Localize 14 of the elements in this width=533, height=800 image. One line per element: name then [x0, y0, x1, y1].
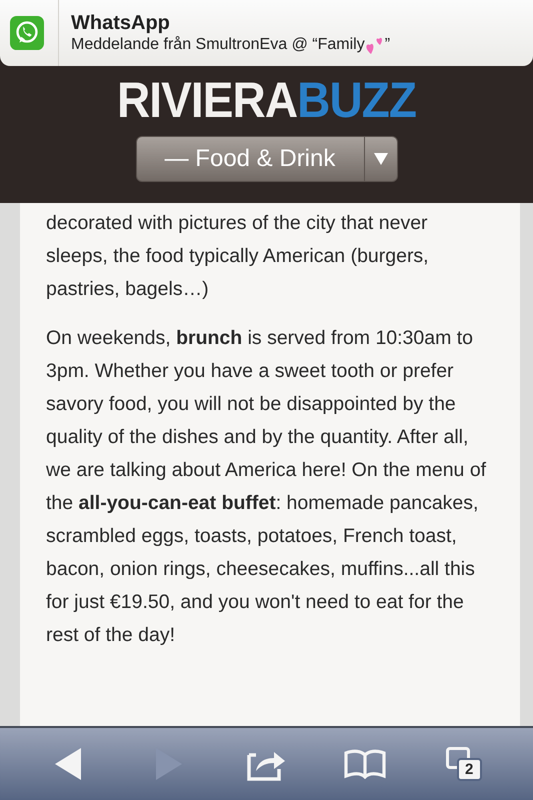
logo-accent-text[interactable]: BUZZ	[297, 72, 416, 128]
tabs-button[interactable]: 2	[446, 747, 482, 781]
book-icon[interactable]	[344, 749, 386, 779]
category-dropdown[interactable]: — Food & Drink	[136, 136, 398, 182]
caret-icon	[374, 153, 388, 165]
notification-message: Meddelande från SmultronEva @ “Family	[71, 36, 365, 54]
back-icon[interactable]	[55, 748, 84, 780]
notification-message-end: ”	[384, 36, 390, 54]
logo-text[interactable]: RIVIERA	[116, 72, 298, 128]
notification-title: WhatsApp	[71, 12, 171, 34]
chat-app-icon	[10, 16, 44, 50]
article-paragraph: decorated with pictures of the city that never sleeps, the food typically American (burgers, pastries, bagels…)	[46, 211, 430, 302]
article-paragraph: On weekends, brunch is served from 10:30am to 3pm. Whether you have a sweet tooth or prefer savory food, you will not be disappointed by the quality of the dishes and by the quantity. After all, we are talking about America here! On the menu of the all-you-can-eat buffet: homemade pancakes, scrambled eggs, toasts, potatoes, French toast, bacon, onion rings, cheesecakes, muffins...all this for just €19.50, and you won't need to eat for the rest of the day!	[46, 326, 488, 648]
notification-banner[interactable]: WhatsApp Meddelande från SmultronEva @ “Family ”	[0, 0, 533, 66]
